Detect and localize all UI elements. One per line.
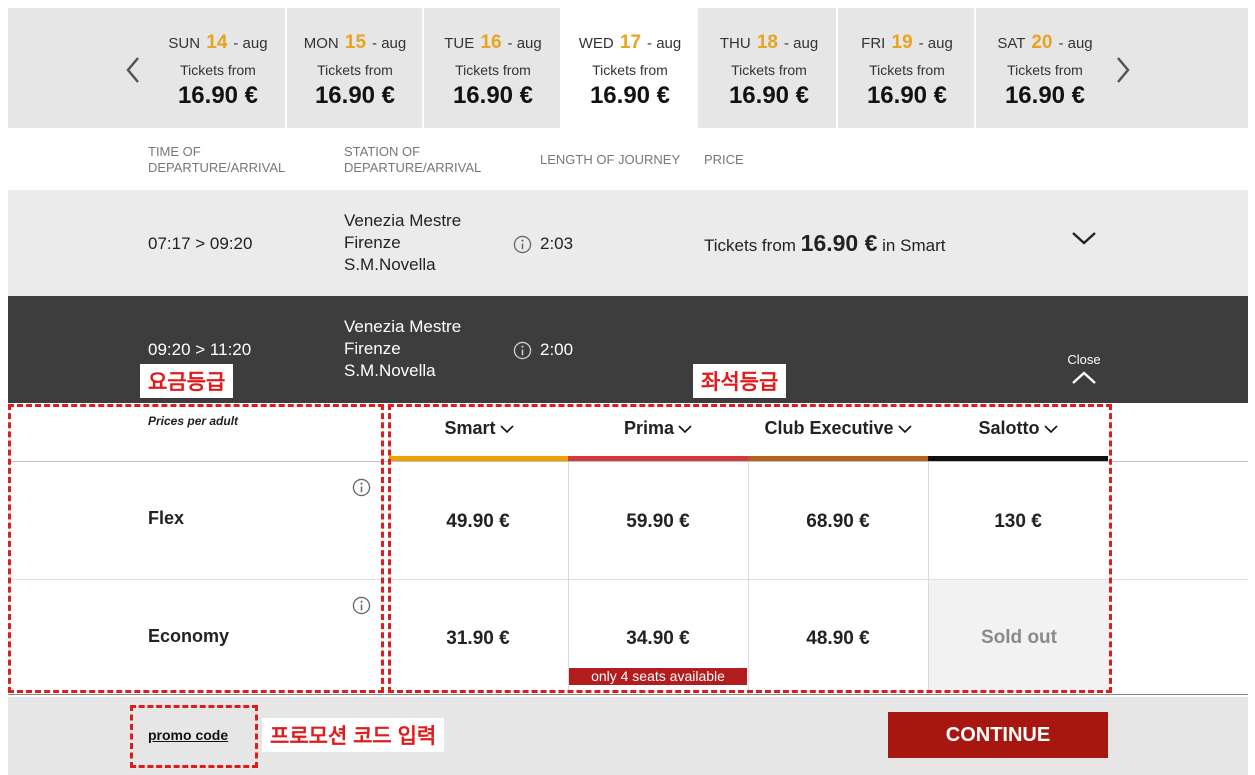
- info-icon[interactable]: [513, 341, 532, 360]
- divider: [8, 694, 1248, 695]
- day-tab-sat[interactable]: SAT 20- aug Tickets from 16.90 €: [977, 8, 1113, 128]
- journey-time: 07:17 > 09:20: [148, 234, 253, 253]
- day-tab-thu[interactable]: THU 18- aug Tickets from 16.90 €: [701, 8, 838, 128]
- info-icon[interactable]: [513, 235, 532, 254]
- promo-entry-annotation: 프로모션 코드 입력: [262, 718, 445, 752]
- day-tab-fri[interactable]: FRI 19- aug Tickets from 16.90 €: [839, 8, 976, 128]
- fare-class-annotation: 요금등급: [140, 364, 234, 398]
- journey-row-1[interactable]: 07:17 > 09:20 Venezia Mestre Firenze S.M.N…: [8, 190, 1248, 296]
- day-tab-wed[interactable]: WED 17- aug Tickets from 16.90 €: [562, 8, 698, 128]
- day-tab-mon[interactable]: MON 15- aug Tickets from 16.90 €: [287, 8, 424, 128]
- journey-time: 09:20 > 11:20: [148, 340, 252, 359]
- fare-class-highlight: [8, 404, 384, 693]
- close-button[interactable]: Close: [1060, 352, 1108, 385]
- column-header-length: LENGTH OF JOURNEY: [540, 152, 681, 167]
- tickets-from-price: Tickets from 16.90 € in Smart: [704, 230, 946, 256]
- column-header-price: PRICE: [704, 152, 744, 167]
- date-strip: SUN 14- aug Tickets from 16.90 € MON 15-…: [8, 8, 1248, 128]
- chevron-down-icon[interactable]: [1070, 228, 1098, 248]
- chevron-up-icon: [1072, 371, 1096, 384]
- seat-class-highlight: [388, 404, 1112, 693]
- chevron-right-icon[interactable]: [1108, 50, 1138, 90]
- promo-code-highlight: [130, 705, 258, 768]
- day-tab-tue[interactable]: TUE 16- aug Tickets from 16.90 €: [425, 8, 562, 128]
- seat-class-annotation: 좌석등급: [693, 364, 787, 398]
- journey-duration: 2:00: [513, 340, 573, 360]
- column-header-time: TIME OF DEPARTURE/ARRIVAL: [148, 144, 286, 175]
- column-header-station: STATION OF DEPARTURE/ARRIVAL: [344, 144, 482, 175]
- journey-duration: 2:03: [513, 234, 573, 254]
- day-tab-sun[interactable]: SUN 14- aug Tickets from 16.90 €: [150, 8, 287, 128]
- journey-station: Venezia Mestre Firenze S.M.Novella: [344, 317, 462, 380]
- chevron-left-icon[interactable]: [118, 50, 148, 90]
- continue-button[interactable]: CONTINUE: [888, 712, 1108, 758]
- journey-station: Venezia Mestre Firenze S.M.Novella: [344, 211, 462, 274]
